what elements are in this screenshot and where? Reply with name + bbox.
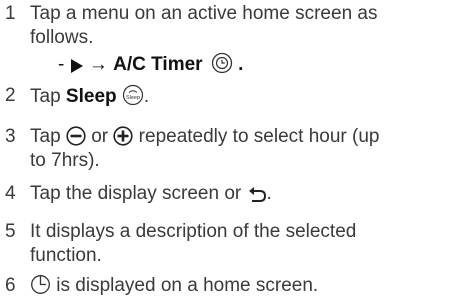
sleep-label: Sleep <box>65 86 117 107</box>
step-number: 1 <box>5 3 16 24</box>
step-text-line: follows. <box>30 27 94 48</box>
step-text-line: Tap a menu on an active home screen as <box>30 3 378 24</box>
step-text-segment: . <box>266 183 272 204</box>
minus-circle-icon <box>66 126 86 146</box>
timer-clock-icon <box>30 274 51 295</box>
step-number: 4 <box>5 183 16 204</box>
step-number: 5 <box>5 221 16 242</box>
back-arrow-icon <box>247 185 267 203</box>
path-arrow: → <box>88 54 108 75</box>
step-text-line: function. <box>30 245 102 266</box>
timer-icon <box>211 52 233 74</box>
step-number: 6 <box>5 275 16 296</box>
step-text: Tap or repeatedly to select hour (up to … <box>30 125 442 173</box>
step-text-segment: repeatedly to select hour (up <box>138 126 380 147</box>
step-text: Tap Sleep Sleep . <box>30 84 442 109</box>
play-triangle-icon <box>70 58 84 74</box>
path-label: A/C Timer <box>113 54 203 75</box>
step-text-segment: Tap <box>30 126 61 147</box>
step-text: It displays a description of the selecte… <box>30 220 442 268</box>
step-number: 2 <box>5 85 16 106</box>
instruction-list: 1 Tap a menu on an active home screen as… <box>0 0 450 308</box>
step-text: Tap the display screen or . <box>30 182 442 206</box>
step-text-segment: is displayed on a home screen. <box>56 275 319 296</box>
sleep-icon-caption: Sleep <box>126 95 140 101</box>
path-period: . <box>238 54 244 75</box>
step-text-line: It displays a description of the selecte… <box>30 221 357 242</box>
step-1-path: - → A/C Timer . <box>58 52 243 77</box>
step-text-segment: Tap the display screen or <box>30 183 242 204</box>
step-text: is displayed on a home screen. <box>30 274 442 298</box>
step-text-segment: Tap <box>30 86 61 107</box>
step-number: 3 <box>5 126 16 147</box>
sleep-icon: Sleep <box>122 84 144 106</box>
step-text-segment: . <box>143 86 150 107</box>
step-text-line: to 7hrs). <box>30 150 100 171</box>
step-text-segment: or <box>91 126 109 147</box>
plus-circle-icon <box>113 126 133 146</box>
path-dash: - <box>58 54 65 75</box>
step-text: Tap a menu on an active home screen as f… <box>30 2 442 50</box>
